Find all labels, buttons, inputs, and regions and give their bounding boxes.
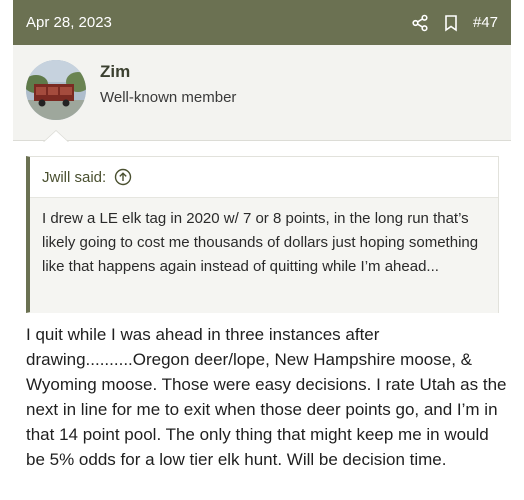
quote-block: Jwill said: I drew a LE elk tag in 2020 … xyxy=(26,156,499,313)
user-arrow xyxy=(44,131,68,142)
post-actions: #47 xyxy=(411,14,498,32)
post-number-link[interactable]: #47 xyxy=(473,14,498,31)
share-icon[interactable] xyxy=(411,14,429,32)
user-panel: Zim Well-known member xyxy=(13,45,511,141)
quote-author[interactable]: Jwill said: xyxy=(42,169,106,186)
post-header: Apr 28, 2023 #47 xyxy=(13,0,511,45)
user-title: Well-known member xyxy=(100,89,237,106)
user-name[interactable]: Zim xyxy=(100,62,130,82)
avatar[interactable] xyxy=(26,60,86,120)
post-body: I quit while I was ahead in three instan… xyxy=(26,325,507,469)
quote-text: I drew a LE elk tag in 2020 w/ 7 or 8 po… xyxy=(30,197,498,313)
quote-header: Jwill said: xyxy=(30,157,498,197)
bookmark-icon[interactable] xyxy=(443,14,459,32)
arrow-up-circle-icon[interactable] xyxy=(114,168,132,186)
post-date[interactable]: Apr 28, 2023 xyxy=(26,14,112,31)
